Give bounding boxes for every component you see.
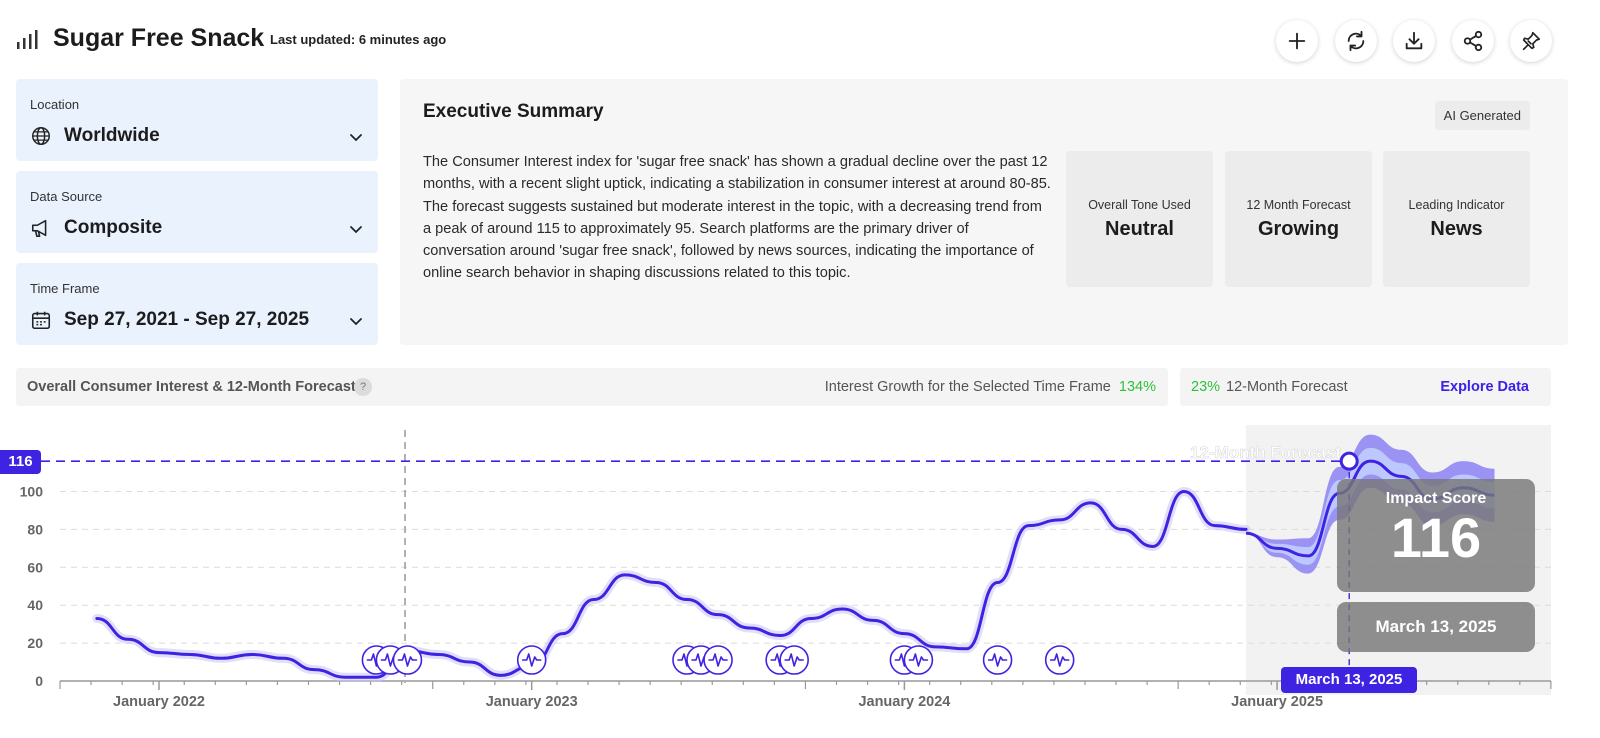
highlight-date-flag: March 13, 2025	[1281, 667, 1417, 693]
chart-header-bar: Overall Consumer Interest & 12-Month For…	[16, 368, 1168, 406]
x-tick-label: January 2022	[113, 694, 205, 710]
series-line	[95, 490, 1248, 679]
forecast-label: 12-Month Forecast	[1226, 379, 1348, 395]
y-tick-label: 100	[20, 484, 44, 500]
impact-score-tooltip: Impact Score 116	[1337, 479, 1535, 592]
share-button[interactable]	[1452, 20, 1494, 62]
forecast-value: 23%	[1191, 379, 1221, 395]
calendar-icon	[31, 311, 51, 330]
x-tick-label: January 2025	[1231, 694, 1323, 710]
data-source-value: Composite	[64, 217, 163, 238]
series-glow	[92, 486, 1251, 682]
data-source-label: Data Source	[30, 189, 103, 204]
forecast-header-bar: 23% 12-Month Forecast Explore Data	[1180, 368, 1551, 406]
metric-value: Neutral	[1105, 218, 1174, 240]
metric-card-leading-indicator: Leading Indicator News	[1383, 151, 1530, 287]
add-button[interactable]	[1276, 20, 1318, 62]
x-tick-label: January 2023	[486, 694, 578, 710]
chevron-down-icon	[350, 134, 362, 142]
explore-data-link[interactable]: Explore Data	[1440, 379, 1529, 395]
executive-summary-panel: Executive Summary AI Generated The Consu…	[400, 79, 1568, 345]
help-icon[interactable]: ?	[354, 378, 372, 396]
data-source-filter[interactable]: Data Source Composite	[16, 171, 378, 253]
refresh-icon	[1347, 30, 1365, 52]
location-filter[interactable]: Location Worldwide	[16, 79, 378, 161]
metric-card-tone: Overall Tone Used Neutral	[1066, 151, 1213, 287]
chevron-down-icon	[350, 318, 362, 326]
metric-value: Growing	[1257, 218, 1340, 240]
share-icon	[1463, 30, 1483, 52]
time-frame-filter[interactable]: Time Frame Sep 27, 2021 - Sep 27, 2025	[16, 263, 378, 345]
location-label: Location	[30, 97, 80, 112]
highlight-point[interactable]	[1339, 451, 1359, 471]
page-title: Sugar Free Snack	[53, 24, 265, 52]
y-tick-label: 80	[27, 521, 43, 537]
download-button[interactable]	[1393, 20, 1435, 62]
y-tick-label: 40	[27, 597, 43, 613]
chevron-down-icon	[350, 226, 362, 234]
summary-text: The Consumer Interest index for 'sugar f…	[423, 154, 1051, 282]
x-tick-label: January 2024	[858, 694, 950, 710]
last-updated-text: Last updated: 6 minutes ago	[270, 32, 447, 47]
interest-growth: Interest Growth for the Selected Time Fr…	[825, 379, 1156, 395]
y-tick-label: 0	[35, 673, 43, 689]
bar-chart-icon	[17, 30, 38, 49]
megaphone-icon	[31, 219, 47, 238]
page-header: Sugar Free Snack Last updated: 6 minutes…	[16, 18, 1584, 62]
globe-icon	[32, 127, 50, 145]
time-frame-label: Time Frame	[30, 281, 100, 296]
refresh-button[interactable]	[1335, 20, 1377, 62]
growth-label: Interest Growth for the Selected Time Fr…	[824, 379, 1111, 395]
plus-icon	[1288, 32, 1306, 50]
forecast-label: 12-Month Forecast	[1190, 443, 1341, 462]
tooltip-date: March 13, 2025	[1337, 602, 1535, 652]
y-tick-label: 20	[27, 635, 43, 651]
chart-title: Overall Consumer Interest & 12-Month For…	[27, 379, 356, 395]
time-frame-value: Sep 27, 2021 - Sep 27, 2025	[64, 309, 310, 330]
growth-value: 134%	[1118, 379, 1156, 395]
download-icon	[1405, 31, 1423, 50]
y-tick-label: 60	[27, 559, 43, 575]
location-value: Worldwide	[64, 125, 160, 146]
reference-value-flag: 116	[0, 450, 41, 474]
metric-card-forecast: 12 Month Forecast Growing	[1225, 151, 1372, 287]
pin-button[interactable]	[1510, 20, 1552, 62]
metric-label: 12 Month Forecast	[1246, 198, 1351, 212]
metric-label: Overall Tone Used	[1088, 198, 1191, 212]
impact-score-value: 116	[1390, 506, 1482, 569]
metric-label: Leading Indicator	[1408, 198, 1505, 212]
pin-icon	[1522, 31, 1541, 51]
metric-value: News	[1430, 218, 1483, 240]
summary-title: Executive Summary	[423, 101, 604, 122]
ai-generated-badge: AI Generated	[1434, 101, 1530, 130]
